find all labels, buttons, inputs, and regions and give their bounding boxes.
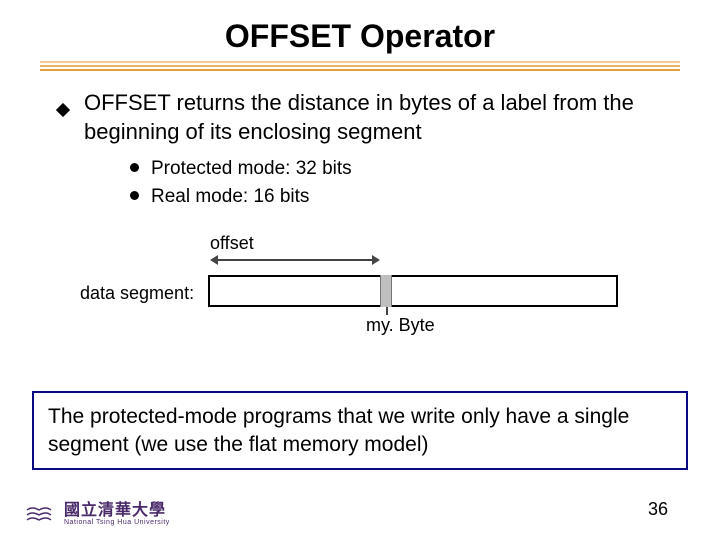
dot-bullet-icon [130,191,139,200]
dot-bullet-icon [130,163,139,172]
slide-title: OFFSET Operator [32,18,688,55]
diamond-bullet-icon [56,96,70,125]
university-name-cn: 國立清華大學 [64,503,170,519]
university-name: 國立清華大學 National Tsing Hua University [64,503,170,526]
segment-rectangle [208,275,618,307]
bullet-level-1: OFFSET returns the distance in bytes of … [56,89,688,146]
slide: OFFSET Operator OFFSET returns the dista… [0,0,720,540]
title-underline [40,61,680,71]
university-logo-icon [24,504,54,526]
double-arrow-icon [210,255,380,269]
bullet-text: Real mode: 16 bits [151,184,309,210]
note-text: The protected-mode programs that we writ… [48,405,629,455]
bullet-text: OFFSET returns the distance in bytes of … [84,89,688,146]
note-box: The protected-mode programs that we writ… [32,391,688,470]
offset-diagram: offset data segment: my. Byte [80,233,640,363]
page-number: 36 [648,499,668,520]
university-name-en: National Tsing Hua University [64,519,170,526]
diagram-segment-label: data segment: [80,283,194,304]
bullet-level-2: Real mode: 16 bits [130,184,688,210]
bullet-level-2: Protected mode: 32 bits [130,156,688,182]
segment-highlight [380,275,392,307]
bullet-text: Protected mode: 32 bits [151,156,352,182]
diagram-offset-label: offset [210,233,254,254]
pointer-line [386,307,388,315]
footer: 國立清華大學 National Tsing Hua University [24,503,170,526]
diagram-mybyte-label: my. Byte [366,315,435,336]
